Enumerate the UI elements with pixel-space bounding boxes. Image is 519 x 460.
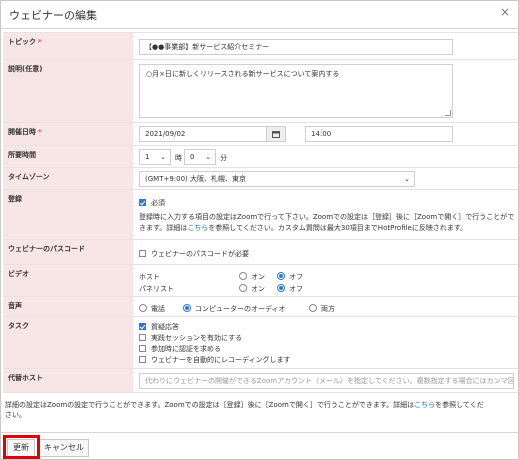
audio-computer-radio[interactable] [183, 304, 191, 312]
alt-host-input[interactable]: 代わりにウェビナーの開催ができるZoomアカウント（メール）を指定してください。… [139, 373, 514, 389]
registration-required-label: 必須 [151, 199, 165, 207]
minutes-unit: 分 [220, 154, 227, 162]
timezone-label: タイムゾーン [3, 168, 133, 189]
task-auto-record-checkbox[interactable] [139, 356, 146, 363]
video-row: ビデオ ホスト オン オフ パネリスト オン オフ [3, 265, 518, 297]
title-divider [1, 28, 518, 29]
topic-row: トピック * 【●●事業部】新サービス紹介セミナー [3, 33, 518, 60]
registration-row: 登録 必須 登録時に入力する項目の設定はZoomで行って下さい。Zoomでの設定… [3, 190, 518, 240]
required-mark: * [38, 128, 42, 136]
chevron-down-icon: ⌄ [205, 153, 211, 161]
update-button-highlight [3, 435, 40, 459]
required-mark: * [38, 38, 42, 46]
video-host-on-radio[interactable] [239, 272, 247, 280]
audio-telephone-radio[interactable] [139, 304, 147, 312]
registration-required-checkbox[interactable] [139, 199, 146, 206]
passcode-option-label: ウェビナーのパスコードが必要 [151, 250, 249, 258]
video-label: ビデオ [3, 265, 133, 296]
topic-label: トピック * [3, 33, 133, 59]
topic-input[interactable]: 【●●事業部】新サービス紹介セミナー [139, 39, 453, 55]
task-qa-label: 質疑応答 [151, 323, 179, 331]
footer-help-link[interactable]: こちら [414, 401, 435, 409]
video-host-off-radio[interactable] [277, 272, 285, 280]
duration-label: 所要時間 [3, 146, 133, 167]
passcode-checkbox[interactable] [139, 250, 146, 257]
video-host-off-label: オフ [289, 273, 303, 281]
passcode-row: ウェビナーのパスコード ウェビナーのパスコードが必要 [3, 240, 518, 265]
video-panelist-on-label: オン [251, 285, 265, 293]
minutes-select[interactable]: 0 ⌄ [184, 149, 216, 165]
video-panelist-on-radio[interactable] [239, 284, 247, 292]
audio-label: 音声 [3, 297, 133, 316]
hours-unit: 時 [175, 154, 182, 162]
calendar-icon[interactable] [266, 126, 286, 142]
registration-note-line1: 登録時に入力する項目の設定はZoomで行って下さい。Zoomでの設定は［登録］後… [139, 213, 515, 221]
webinar-form: トピック * 【●●事業部】新サービス紹介セミナー 説明(任意) ○月×日に新しく… [3, 32, 518, 393]
video-panelist-label: パネリスト [139, 285, 174, 293]
description-row: 説明(任意) ○月×日に新しくリリースされる新サービスについて案内する [3, 60, 518, 123]
cancel-button[interactable]: キャンセル [39, 439, 89, 457]
registration-note-line2: きます。詳細はこちらを参照してください。カスタム質問は最大30項目までHotPr… [139, 224, 468, 232]
chevron-down-icon: ⌄ [160, 153, 166, 161]
audio-telephone-label: 電話 [151, 305, 165, 313]
audio-computer-label: コンピューターのオーディオ [195, 305, 286, 313]
alt-host-row: 代替ホスト 代わりにウェビナーの開催ができるZoomアカウント（メール）を指定し… [3, 369, 518, 393]
datetime-row: 開催日時 * 2021/09/02 14:00 [3, 123, 518, 146]
description-textarea[interactable]: ○月×日に新しくリリースされる新サービスについて案内する [139, 64, 453, 118]
description-text: ○月×日に新しくリリースされる新サービスについて案内する [146, 70, 340, 78]
video-panelist-off-label: オフ [289, 285, 303, 293]
resize-handle-icon[interactable] [445, 110, 451, 116]
audio-row: 音声 電話 コンピューターのオーディオ 両方 [3, 297, 518, 317]
task-practice-session-label: 実践セッションを有効にする [151, 334, 243, 342]
task-auto-record-label: ウェビナーを自動的にレコーディングします [151, 356, 291, 364]
description-label: 説明(任意) [3, 60, 133, 122]
chevron-down-icon: ⌄ [404, 175, 410, 183]
video-panelist-off-radio[interactable] [277, 284, 285, 292]
duration-row: 所要時間 1 ⌄ 時 0 ⌄ 分 [3, 146, 518, 168]
close-icon[interactable]: × [500, 5, 510, 19]
hours-select[interactable]: 1 ⌄ [139, 149, 171, 165]
edit-webinar-dialog: ウェビナーの編集 × トピック * 【●●事業部】新サービス紹介セミナー 説明(任… [0, 0, 519, 460]
alt-host-label: 代替ホスト [3, 369, 133, 392]
registration-label: 登録 [3, 190, 133, 239]
task-auth-label: 参加時に認証を求める [151, 345, 221, 353]
task-qa-checkbox[interactable] [139, 323, 146, 330]
task-practice-session-checkbox[interactable] [139, 334, 146, 341]
audio-both-label: 両方 [321, 305, 335, 313]
footer-divider [1, 432, 518, 433]
video-host-on-label: オン [251, 273, 265, 281]
audio-both-radio[interactable] [309, 304, 317, 312]
timezone-row: タイムゾーン (GMT+9:00) 大阪、札幌、東京 ⌄ [3, 168, 518, 190]
dialog-title: ウェビナーの編集 [9, 9, 97, 22]
tasks-row: タスク 質疑応答 実践セッションを有効にする 参加時に認証を求める ウェビナーを… [3, 317, 518, 369]
footer-note: 詳細の設定はZoomの設定で行うことができます。Zoomでの設定は［登録］後に［… [5, 401, 484, 419]
passcode-label: ウェビナーのパスコード [3, 240, 133, 264]
time-input[interactable]: 14:00 [305, 126, 453, 142]
date-input[interactable]: 2021/09/02 [139, 126, 267, 142]
video-host-label: ホスト [139, 273, 160, 281]
datetime-label: 開催日時 * [3, 123, 133, 145]
registration-help-link[interactable]: こちら [187, 224, 208, 232]
task-auth-checkbox[interactable] [139, 345, 146, 352]
timezone-select[interactable]: (GMT+9:00) 大阪、札幌、東京 ⌄ [139, 171, 415, 187]
tasks-label: タスク [3, 317, 133, 368]
